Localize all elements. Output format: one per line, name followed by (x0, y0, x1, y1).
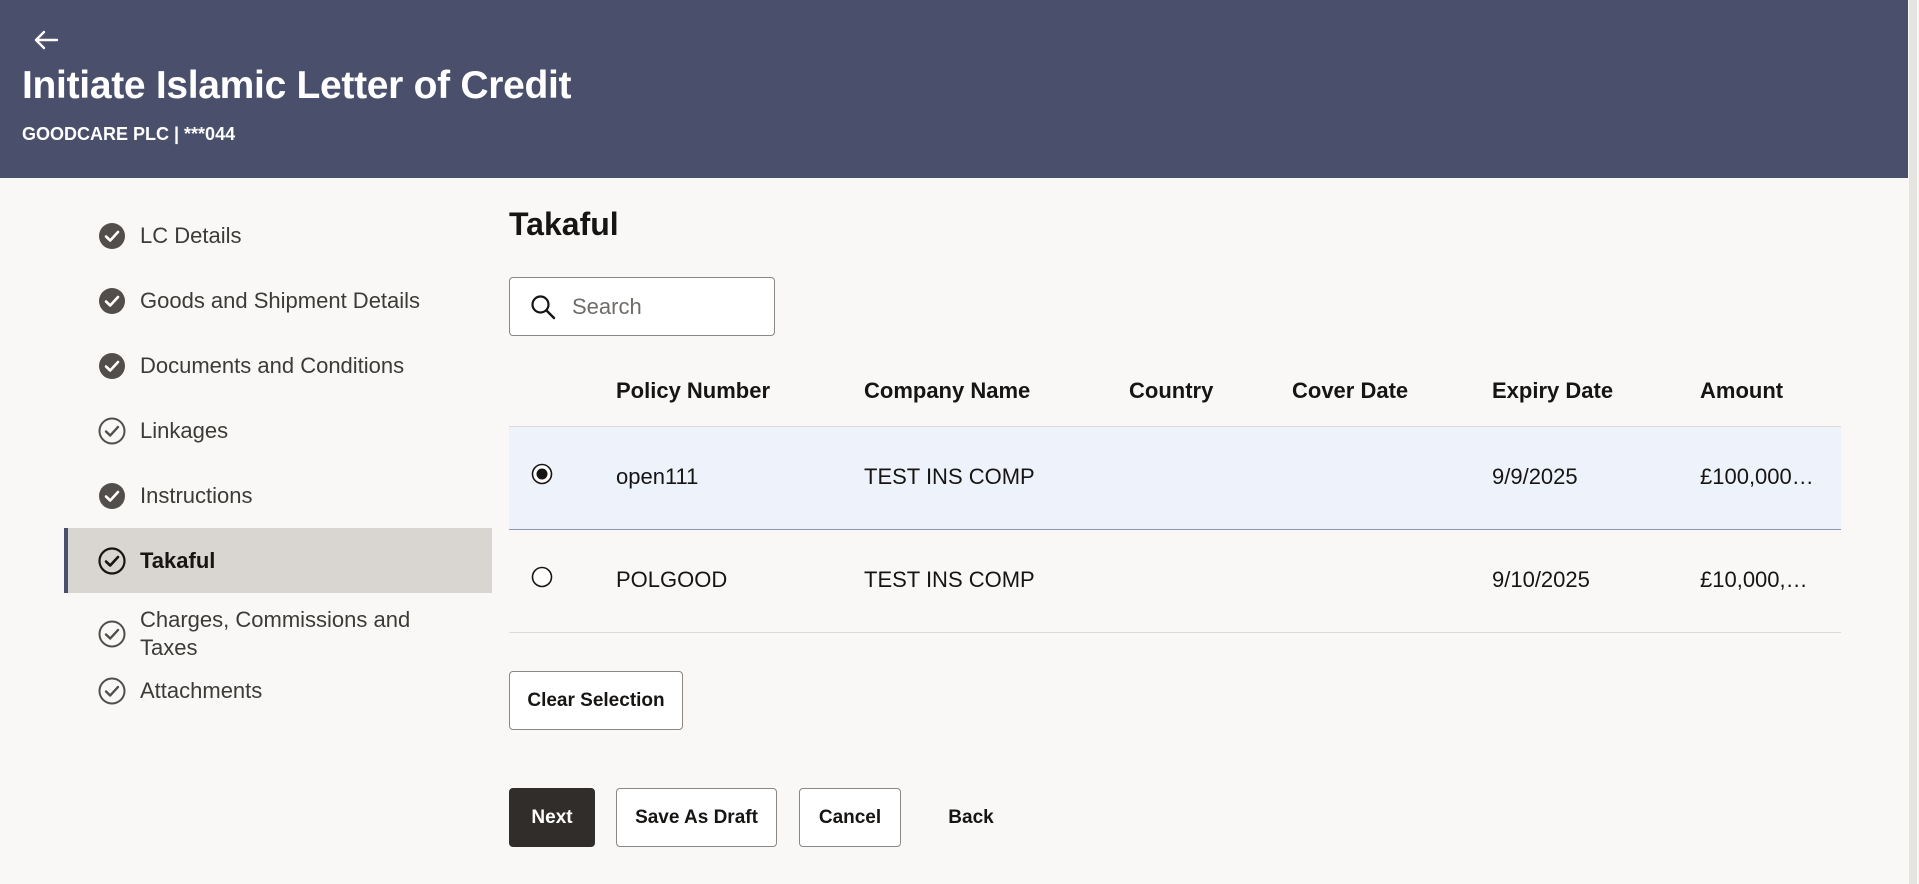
step-label: Instructions (140, 482, 253, 508)
cancel-button[interactable]: Cancel (799, 788, 901, 847)
cell-policy-number: POLGOOD (616, 567, 728, 592)
step-label: LC Details (140, 222, 242, 248)
check-circle-outline-icon (98, 620, 126, 648)
back-button[interactable]: Back (924, 788, 1018, 847)
search-input[interactable] (572, 293, 752, 320)
takaful-policy-table: Policy Number Company Name Country Cover… (509, 360, 1841, 633)
column-header-amount[interactable]: Amount (1700, 378, 1783, 404)
search-field[interactable] (509, 277, 775, 336)
table-header: Policy Number Company Name Country Cover… (509, 360, 1841, 427)
step-label: Takaful (140, 547, 216, 573)
column-header-country[interactable]: Country (1129, 378, 1213, 404)
step-instructions[interactable]: Instructions (64, 463, 492, 528)
step-lc-details[interactable]: LC Details (64, 203, 492, 268)
step-label: Linkages (140, 417, 229, 443)
cell-company-name: TEST INS COMP (864, 567, 1035, 592)
step-label: Documents and Conditions (140, 352, 405, 378)
back-arrow-icon[interactable] (28, 22, 64, 58)
check-circle-filled-icon (98, 287, 126, 315)
section-title: Takaful (509, 206, 619, 242)
page-header: Initiate Islamic Letter of Credit GOODCA… (0, 0, 1908, 178)
column-header-cover-date[interactable]: Cover Date (1292, 378, 1408, 404)
clear-selection-button[interactable]: Clear Selection (509, 671, 683, 730)
column-header-policy-number[interactable]: Policy Number (616, 378, 770, 404)
page-title: Initiate Islamic Letter of Credit (22, 64, 572, 107)
step-documents-and-conditions[interactable]: Documents and Conditions (64, 333, 492, 398)
main-content: Takaful Policy Number Company Name Count… (509, 200, 1841, 847)
check-circle-filled-icon (98, 222, 126, 250)
step-label: Charges, Commissions and Taxes (140, 607, 411, 660)
step-label: Attachments (140, 677, 263, 703)
page-subtitle: GOODCARE PLC | ***044 (22, 124, 236, 144)
check-circle-outline-icon (98, 417, 126, 445)
step-goods-and-shipment-details[interactable]: Goods and Shipment Details (64, 268, 492, 333)
cell-amount: £10,000,… (1700, 567, 1808, 592)
cell-policy-number: open111 (616, 464, 699, 489)
next-button[interactable]: Next (509, 788, 595, 847)
check-circle-outline-icon (98, 677, 126, 705)
radio-unselected-icon[interactable] (531, 566, 553, 588)
cell-amount: £100,000… (1700, 464, 1814, 489)
save-as-draft-button[interactable]: Save As Draft (616, 788, 777, 847)
table-row[interactable]: POLGOOD TEST INS COMP 9/10/2025 £10,000,… (509, 530, 1841, 633)
check-circle-filled-icon (98, 482, 126, 510)
column-header-expiry-date[interactable]: Expiry Date (1492, 378, 1613, 404)
cell-company-name: TEST INS COMP (864, 464, 1035, 489)
step-attachments-row[interactable]: Attachments (64, 658, 492, 723)
step-takaful[interactable]: Takaful (64, 528, 492, 593)
step-label: Goods and Shipment Details (140, 287, 421, 313)
check-circle-filled-icon (98, 352, 126, 380)
column-header-company-name[interactable]: Company Name (864, 378, 1030, 404)
search-icon (530, 294, 556, 320)
radio-selected-icon[interactable] (531, 463, 553, 485)
check-circle-outline-icon (98, 546, 126, 575)
table-row[interactable]: open111 TEST INS COMP 9/9/2025 £100,000… (509, 427, 1841, 530)
scrollbar-thumb[interactable] (1909, 0, 1917, 884)
cell-expiry-date: 9/10/2025 (1492, 567, 1590, 592)
scrollbar[interactable] (1908, 0, 1919, 884)
cell-expiry-date: 9/9/2025 (1492, 464, 1578, 489)
step-linkages[interactable]: Linkages (64, 398, 492, 463)
